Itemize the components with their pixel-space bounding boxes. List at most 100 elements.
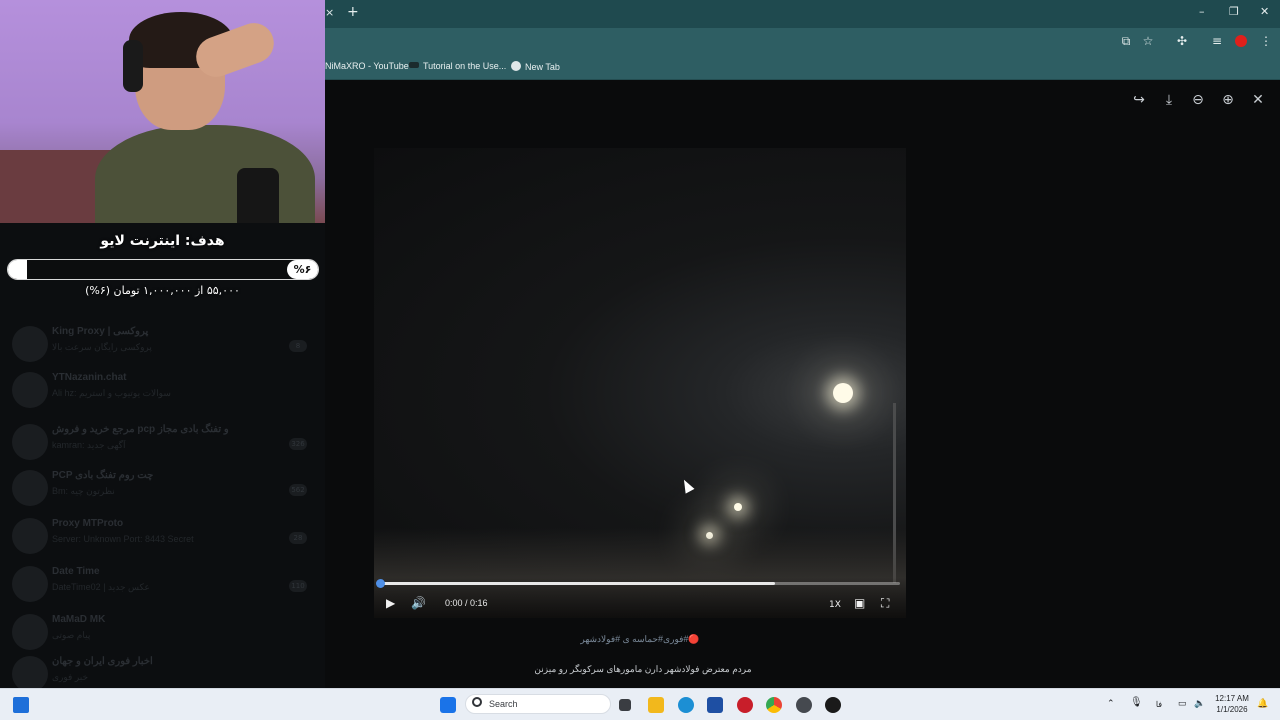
unread-badge: 110 bbox=[289, 580, 307, 592]
file-explorer-icon[interactable] bbox=[648, 697, 664, 713]
chrome-icon[interactable] bbox=[766, 697, 782, 713]
close-window-button[interactable]: ✕ bbox=[1260, 6, 1269, 18]
donation-goal-title: هدف: اینترنت لایو bbox=[100, 233, 225, 249]
fullscreen-icon[interactable]: ⛶ bbox=[881, 596, 889, 610]
video-time: 0:00 / 0:16 bbox=[445, 598, 488, 608]
clock-date[interactable]: 1/1/2026 bbox=[1212, 705, 1252, 714]
bookmark-favicon-icon bbox=[409, 62, 419, 68]
pip-icon[interactable]: ▣ bbox=[854, 596, 865, 610]
street-lamp bbox=[833, 383, 853, 403]
chat-list-item[interactable]: King Proxy | پروکسی پروکسی رایگان سرعت ب… bbox=[8, 322, 313, 370]
edge-icon[interactable] bbox=[678, 697, 694, 713]
microphone-tray-icon[interactable]: 🎙 bbox=[1130, 698, 1143, 708]
minimize-button[interactable]: – bbox=[1199, 6, 1205, 18]
bookmark-nimaxro[interactable]: NiMaXRO - YouTube bbox=[325, 61, 409, 72]
chat-avatar bbox=[12, 470, 48, 506]
search-input[interactable]: Search bbox=[489, 699, 518, 709]
webcam-feed bbox=[0, 0, 325, 223]
unread-badge: 562 bbox=[289, 484, 307, 496]
headset-icon bbox=[123, 40, 143, 92]
chat-preview: Bm: نظرتون چیه bbox=[52, 486, 115, 496]
chat-avatar bbox=[12, 614, 48, 650]
settings-icon[interactable] bbox=[796, 697, 812, 713]
chat-avatar bbox=[12, 518, 48, 554]
store-icon[interactable] bbox=[707, 697, 723, 713]
chat-preview: پروکسی رایگان سرعت بالا bbox=[52, 342, 152, 352]
play-icon[interactable]: ▶ bbox=[386, 596, 395, 610]
chat-preview: Ali hz: سوالات یوتیوب و استریم bbox=[52, 388, 171, 398]
chat-list-item[interactable]: مرجع خرید و فروش pcp و تفنگ بادی مجاز ka… bbox=[8, 420, 313, 468]
chat-avatar bbox=[12, 372, 48, 408]
media-control-icon[interactable]: ≡ bbox=[1210, 34, 1224, 48]
unread-badge: 8 bbox=[289, 340, 307, 352]
restore-button[interactable]: ❐ bbox=[1229, 6, 1239, 18]
chat-name: Proxy MTProto bbox=[52, 518, 124, 529]
chat-avatar bbox=[12, 326, 48, 362]
chat-list-item[interactable]: YTNazanin.chat Ali hz: سوالات یوتیوب و ا… bbox=[8, 368, 313, 416]
bookmark-new-tab[interactable]: New Tab bbox=[511, 61, 560, 73]
taskbar bbox=[0, 688, 1280, 720]
chat-preview: خبر فوری bbox=[52, 672, 89, 682]
post-hashtags: 🔴#فوری#حماسه ی #فولادشهر bbox=[580, 634, 700, 644]
install-app-icon[interactable]: ⧉ bbox=[1119, 34, 1133, 48]
chat-list-item[interactable]: Date Time DateTime02 | عکس جدید 110 bbox=[8, 562, 313, 610]
chat-name: MaMaD MK bbox=[52, 614, 106, 625]
playback-speed-button[interactable]: 1X bbox=[829, 598, 841, 612]
close-viewer-icon[interactable]: ✕ bbox=[1250, 92, 1266, 108]
chat-name: King Proxy | پروکسی bbox=[52, 326, 149, 337]
chat-list-item[interactable]: Proxy MTProto Server: Unknown Port: 8443… bbox=[8, 514, 313, 562]
street-lamp bbox=[734, 503, 742, 511]
chat-name: مرجع خرید و فروش pcp و تفنگ بادی مجاز bbox=[52, 424, 229, 435]
donation-percent-badge: %۶ bbox=[287, 260, 318, 279]
notification-icon[interactable]: 🔔 bbox=[1257, 699, 1268, 708]
widgets-icon[interactable] bbox=[13, 697, 29, 713]
bookmark-label: New Tab bbox=[525, 62, 560, 72]
bookmark-label: Tutorial on the Use... bbox=[423, 61, 507, 71]
media-player-icon[interactable] bbox=[825, 697, 841, 713]
profile-avatar-icon[interactable] bbox=[1235, 35, 1247, 47]
donation-progress-bar bbox=[7, 259, 319, 280]
volume-tray-icon[interactable]: 🔈 bbox=[1194, 699, 1205, 708]
unread-badge: 28 bbox=[289, 532, 307, 544]
bookmark-star-icon[interactable]: ☆ bbox=[1141, 34, 1155, 48]
donation-progress-fill bbox=[8, 260, 27, 279]
app-icon[interactable] bbox=[737, 697, 753, 713]
microphone-icon bbox=[237, 168, 279, 223]
streamer bbox=[95, 12, 315, 223]
network-icon[interactable]: ▭ bbox=[1178, 699, 1187, 708]
donation-amount: ۵۵,۰۰۰ از ۱,۰۰۰,۰۰۰ تومان (۶%) bbox=[85, 284, 240, 297]
chat-name: YTNazanin.chat bbox=[52, 372, 127, 383]
chat-preview: DateTime02 | عکس جدید bbox=[52, 582, 150, 592]
zoom-out-icon[interactable]: ⊖ bbox=[1190, 92, 1206, 108]
video-player[interactable] bbox=[374, 148, 906, 618]
seek-handle[interactable] bbox=[376, 579, 385, 588]
chat-list-item[interactable]: PCP چت روم تفنگ بادی Bm: نظرتون چیه 562 bbox=[8, 466, 313, 514]
chat-avatar bbox=[12, 656, 48, 692]
unread-badge: 326 bbox=[289, 438, 307, 450]
bookmark-tutorial[interactable]: Tutorial on the Use... bbox=[409, 61, 506, 72]
new-tab-button[interactable]: + bbox=[347, 5, 359, 19]
seek-bar[interactable] bbox=[380, 582, 900, 585]
zoom-in-icon[interactable]: ⊕ bbox=[1220, 92, 1236, 108]
chat-preview: kamran: آگهی جدید bbox=[52, 440, 126, 450]
tray-overflow-icon[interactable]: ⌃ bbox=[1107, 699, 1115, 708]
search-box[interactable] bbox=[465, 694, 611, 714]
task-view-icon[interactable] bbox=[619, 699, 631, 711]
browser-menu-icon[interactable]: ⋮ bbox=[1259, 34, 1273, 48]
clock-time[interactable]: 12:17 AM bbox=[1212, 694, 1252, 703]
download-icon[interactable]: ⤓ bbox=[1161, 92, 1177, 108]
volume-icon[interactable]: 🔊 bbox=[411, 596, 426, 610]
extensions-icon[interactable]: ✣ bbox=[1175, 34, 1189, 48]
language-indicator[interactable]: فا bbox=[1153, 700, 1165, 709]
bookmark-label: NiMaXRO - YouTube bbox=[325, 61, 409, 71]
globe-icon bbox=[511, 61, 521, 71]
share-icon[interactable]: ↪ bbox=[1131, 92, 1147, 108]
start-icon[interactable] bbox=[440, 697, 456, 713]
chat-avatar bbox=[12, 424, 48, 460]
seek-buffered bbox=[380, 582, 776, 585]
chat-avatar bbox=[12, 566, 48, 602]
streamer-body bbox=[95, 125, 315, 223]
chat-name: Date Time bbox=[52, 566, 100, 577]
chat-list-item[interactable]: MaMaD MK پیام صوتی bbox=[8, 610, 313, 658]
tab-close-icon[interactable]: × bbox=[325, 7, 334, 19]
